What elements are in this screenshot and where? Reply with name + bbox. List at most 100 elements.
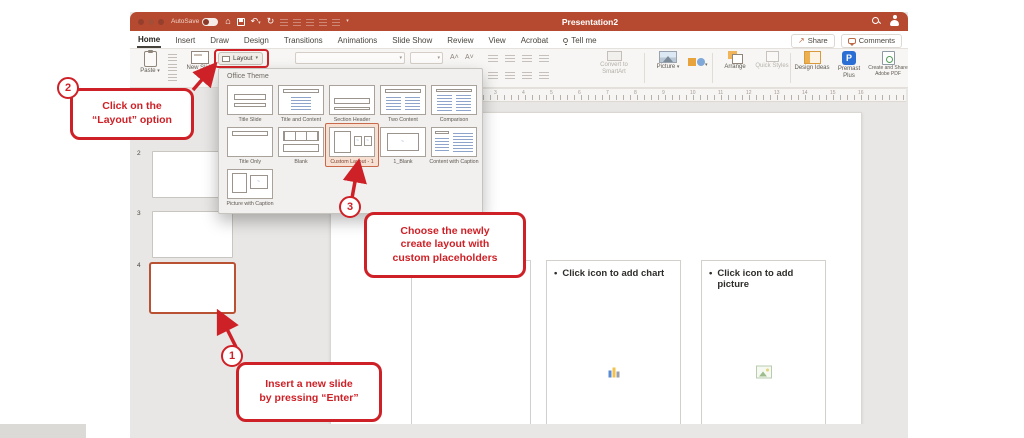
content-placeholder-1[interactable] xyxy=(411,260,531,438)
callout-badge-1: 1 xyxy=(221,345,243,367)
layout-option-content-with-caption[interactable] xyxy=(431,127,477,157)
paste-button[interactable]: Paste ▾ xyxy=(136,51,164,75)
callout-step-1: Insert a new slide by pressing “Enter” xyxy=(236,362,382,422)
toolbar-overflow-icon[interactable]: ▾ xyxy=(346,19,349,24)
ribbon-tab-bar: Home Insert Draw Design Transitions Anim… xyxy=(130,31,908,49)
layout-option-title-and-content[interactable] xyxy=(278,85,324,115)
toolbar-icon xyxy=(319,18,327,26)
cut-icon[interactable] xyxy=(168,54,177,61)
convert-smartart-button[interactable]: Convert to SmartArt xyxy=(588,51,640,76)
layout-option-section-header[interactable] xyxy=(329,85,375,115)
zoom-window-icon[interactable] xyxy=(158,19,164,25)
quick-styles-button[interactable]: Quick Styles xyxy=(754,51,790,70)
circle-shape-icon xyxy=(697,58,705,66)
chart-placeholder[interactable]: • Click icon to add chart xyxy=(546,260,681,438)
layout-option-two-content[interactable] xyxy=(380,85,426,115)
toolbar-icon xyxy=(293,18,301,26)
insert-picture-icon[interactable] xyxy=(756,366,772,379)
layout-gallery-dropdown: Office Theme Title Slide Title and Conte… xyxy=(218,68,483,214)
columns-icon[interactable] xyxy=(522,71,532,79)
toolbar-icon xyxy=(332,18,340,26)
callout-step-2: Click on the “Layout” option xyxy=(70,88,194,140)
account-avatar[interactable] xyxy=(889,15,900,26)
insert-chart-icon[interactable] xyxy=(608,367,619,378)
toolbar-icon xyxy=(306,18,314,26)
design-ideas-button[interactable]: Design Ideas xyxy=(794,51,830,72)
smartart-icon xyxy=(607,51,622,61)
picture-button[interactable]: Picture ▾ xyxy=(650,51,686,71)
picture-placeholder[interactable]: • Click icon to add picture xyxy=(701,260,826,438)
layout-option-custom-layout-1[interactable]: ~ ~ xyxy=(329,127,375,157)
screenshot-page: AutoSave ⌂ ↶▾ ↻ ▾ Presentation2 xyxy=(0,0,1024,438)
tab-draw[interactable]: Draw xyxy=(209,33,230,47)
text-direction-icon[interactable] xyxy=(539,71,549,79)
shapes-button[interactable]: ▾ xyxy=(688,53,710,71)
autosave-switch-icon[interactable] xyxy=(202,18,218,26)
format-painter-icon[interactable] xyxy=(168,74,177,81)
bullets-icon[interactable] xyxy=(488,54,498,62)
pdf-document-icon xyxy=(882,51,895,65)
tab-design[interactable]: Design xyxy=(243,33,270,47)
close-window-icon[interactable] xyxy=(138,19,144,25)
picture-placeholder-text: Click icon to add picture xyxy=(717,268,825,290)
redo-icon[interactable]: ↻ xyxy=(267,17,275,26)
minimize-window-icon[interactable] xyxy=(148,19,154,25)
comments-button[interactable]: Comments xyxy=(841,34,902,48)
new-slide-button[interactable]: New Slide xyxy=(184,51,216,72)
disabled-toolbar-icons xyxy=(280,18,340,26)
tab-view[interactable]: View xyxy=(488,33,507,47)
tab-review[interactable]: Review xyxy=(446,33,474,47)
layout-option-title-only[interactable] xyxy=(227,127,273,157)
search-icon[interactable] xyxy=(872,17,880,25)
autosave-label: AutoSave xyxy=(171,18,199,25)
save-icon[interactable] xyxy=(237,18,245,26)
numbering-icon[interactable] xyxy=(505,54,515,62)
copy-icon[interactable] xyxy=(168,64,177,71)
increase-font-size-icon[interactable]: A˄ xyxy=(450,54,459,61)
layout-option-1-blank[interactable]: ~ xyxy=(380,127,426,157)
bullet-glyph: • xyxy=(554,268,557,279)
slide-thumbnail-4-selected[interactable] xyxy=(149,262,236,314)
picture-icon xyxy=(659,51,677,63)
title-bar: AutoSave ⌂ ↶▾ ↻ ▾ Presentation2 xyxy=(130,12,908,31)
window-controls[interactable] xyxy=(138,19,164,25)
design-ideas-icon xyxy=(804,51,821,64)
undo-icon[interactable]: ↶▾ xyxy=(251,17,261,26)
layout-option-title-slide[interactable] xyxy=(227,85,273,115)
quick-styles-icon xyxy=(766,51,779,62)
premast-plus-button[interactable]: P Premast Plus xyxy=(832,51,866,80)
decrease-font-size-icon[interactable]: A˅ xyxy=(465,54,474,61)
tab-acrobat[interactable]: Acrobat xyxy=(520,33,550,47)
slide-number: 2 xyxy=(137,150,141,157)
tab-slide-show[interactable]: Slide Show xyxy=(391,33,433,47)
layout-option-picture-with-caption[interactable]: ~ xyxy=(227,169,273,199)
lightbulb-icon xyxy=(563,38,568,43)
callout-step-3: Choose the newly create layout with cust… xyxy=(364,212,526,278)
arrange-button[interactable]: Arrange xyxy=(718,51,752,71)
layout-option-comparison[interactable] xyxy=(431,85,477,115)
tab-home[interactable]: Home xyxy=(137,32,161,48)
tab-tell-me[interactable]: Tell me xyxy=(562,33,597,47)
line-spacing-icon[interactable] xyxy=(539,54,549,62)
font-name-select[interactable] xyxy=(295,52,405,64)
home-icon[interactable]: ⌂ xyxy=(225,17,230,26)
tab-insert[interactable]: Insert xyxy=(174,33,196,47)
premast-logo-icon: P xyxy=(842,51,856,65)
autosave-toggle[interactable]: AutoSave xyxy=(171,18,218,26)
indent-icon[interactable] xyxy=(522,54,532,62)
tab-animations[interactable]: Animations xyxy=(337,33,379,47)
theme-group-header: Office Theme xyxy=(227,73,269,80)
layout-option-blank[interactable] xyxy=(278,127,324,157)
adobe-pdf-button[interactable]: Create and ShareAdobe PDF xyxy=(868,51,908,78)
clipboard-mini-tools xyxy=(168,54,177,81)
paragraph-tools-row2 xyxy=(488,71,549,79)
tab-transitions[interactable]: Transitions xyxy=(283,33,324,47)
align-left-icon[interactable] xyxy=(488,71,498,79)
font-size-select[interactable] xyxy=(410,52,443,64)
align-center-icon[interactable] xyxy=(505,71,515,79)
slide-number: 3 xyxy=(137,210,141,217)
toolbar-icon xyxy=(280,18,288,26)
share-button[interactable]: ↗ Share xyxy=(791,34,835,48)
slide-number: 4 xyxy=(137,262,141,269)
slide-thumbnail-3[interactable] xyxy=(152,211,233,258)
